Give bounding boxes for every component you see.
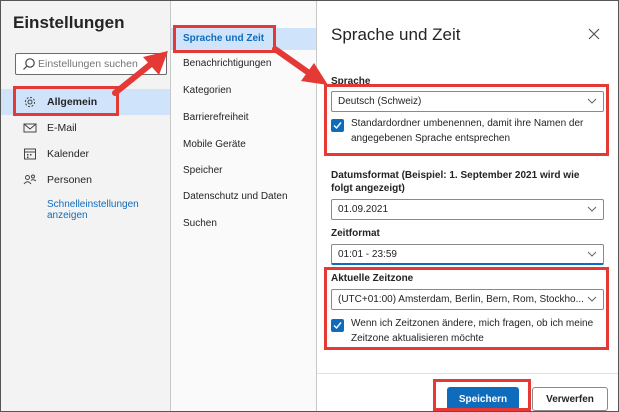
- arrow-head: [301, 63, 328, 85]
- arrow-to-subnav: [112, 61, 154, 96]
- arrow-to-panel: [272, 46, 312, 76]
- settings-window: Einstellungen Allgemein E-Ma: [0, 0, 619, 412]
- annotation-arrows: [112, 46, 328, 96]
- arrow-head: [143, 51, 168, 75]
